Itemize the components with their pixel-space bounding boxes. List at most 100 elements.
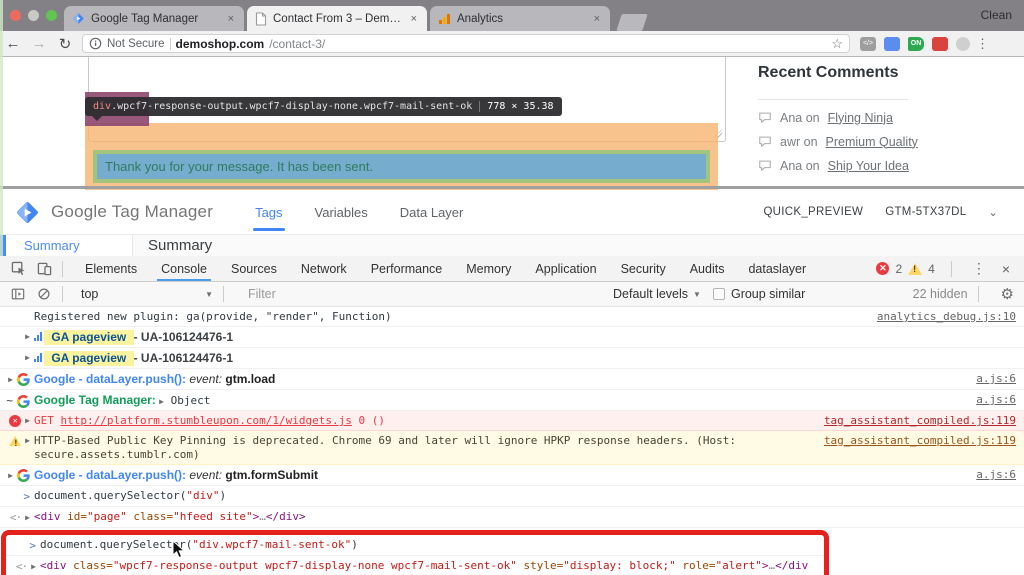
address-bar[interactable]: Not Secure demoshop.com /contact-3/ ☆ bbox=[82, 34, 850, 53]
extension-blue-icon[interactable] bbox=[884, 36, 900, 51]
comment-link[interactable]: Ship Your Idea bbox=[828, 159, 909, 173]
gtm-tab-variables[interactable]: Variables bbox=[313, 191, 370, 234]
console-sidebar-icon[interactable] bbox=[10, 286, 26, 302]
gtm-container-id[interactable]: GTM-5TX37DL bbox=[885, 206, 966, 218]
console-row-log[interactable]: Registered new plugin: ga(provide, "rend… bbox=[0, 307, 1024, 327]
device-toolbar-icon[interactable] bbox=[36, 261, 52, 277]
source-link[interactable]: a.js:6 bbox=[976, 393, 1016, 406]
code-token: ) bbox=[219, 489, 227, 502]
gtm-tab-data-layer[interactable]: Data Layer bbox=[398, 191, 466, 234]
new-tab-button[interactable] bbox=[616, 14, 648, 31]
browser-tab-2[interactable]: Contact From 3 – Demoshop × bbox=[247, 6, 427, 31]
gtm-header: Google Tag Manager Tags Variables Data Lay… bbox=[0, 190, 1024, 235]
console-panel: Registered new plugin: ga(provide, "rend… bbox=[0, 307, 1024, 575]
browser-tab-3[interactable]: Analytics × bbox=[430, 6, 610, 31]
ga-bars-icon bbox=[34, 352, 42, 362]
tooltip-divider bbox=[479, 101, 481, 112]
devtools-tab-network[interactable]: Network bbox=[289, 256, 359, 281]
comment-text: Ana on bbox=[780, 110, 820, 125]
comment-link[interactable]: Flying Ninja bbox=[828, 111, 893, 125]
clear-console-icon[interactable] bbox=[36, 286, 52, 302]
extension-red-icon[interactable] bbox=[932, 36, 948, 51]
tag-assistant-on-icon[interactable]: ON bbox=[908, 36, 924, 51]
tab-title: Google Tag Manager bbox=[91, 12, 199, 25]
info-icon[interactable] bbox=[89, 37, 102, 50]
tab-close-icon[interactable]: × bbox=[226, 13, 236, 25]
console-row-warn[interactable]: ▶HTTP-Based Public Key Pinning is deprec… bbox=[0, 431, 1024, 465]
toolbar-divider bbox=[950, 260, 952, 277]
source-link[interactable]: tag_assistant_compiled.js:119 bbox=[824, 414, 1016, 427]
hidden-messages-count[interactable]: 22 hidden bbox=[913, 287, 968, 301]
zoom-window-icon[interactable] bbox=[46, 10, 57, 21]
devtools-tab-security[interactable]: Security bbox=[609, 256, 678, 281]
url-path[interactable]: /contact-3/ bbox=[269, 37, 325, 51]
source-link[interactable]: tag_assistant_compiled.js:119 bbox=[824, 434, 1016, 447]
devtools-tab-sources[interactable]: Sources bbox=[219, 256, 289, 281]
console-row-cmd[interactable]: > document.querySelector("div") bbox=[0, 486, 1024, 507]
extension-disabled-icon[interactable] bbox=[956, 36, 970, 51]
reload-icon[interactable]: ↻ bbox=[52, 35, 78, 53]
gtm-tab-tags[interactable]: Tags bbox=[253, 191, 286, 234]
filter-input[interactable]: Filter bbox=[248, 287, 428, 301]
devtools-tab-audits[interactable]: Audits bbox=[678, 256, 737, 281]
warning-badge-icon[interactable] bbox=[908, 262, 923, 275]
devtools-tab-memory[interactable]: Memory bbox=[454, 256, 523, 281]
browser-tab-1[interactable]: Google Tag Manager × bbox=[64, 6, 244, 31]
console-row-cmd[interactable]: > document.querySelector("div.wpcf7-mail-… bbox=[6, 535, 824, 556]
code-token: style= bbox=[516, 559, 564, 572]
back-icon[interactable]: ← bbox=[0, 35, 26, 52]
console-row-push[interactable]: ▶ Google - dataLayer.push(): event: gtm.l… bbox=[0, 369, 1024, 390]
warning-count[interactable]: 4 bbox=[928, 262, 935, 276]
tab-close-icon[interactable]: × bbox=[592, 13, 602, 25]
gtm-quick-preview-label[interactable]: QUICK_PREVIEW bbox=[763, 206, 863, 218]
devtools-tab-dataslayer[interactable]: dataslayer bbox=[736, 256, 818, 281]
gtm-sidebar-item-summary[interactable]: Summary bbox=[0, 235, 133, 256]
context-selector[interactable]: top ▼ bbox=[81, 287, 213, 301]
extension-code-icon[interactable]: </> bbox=[860, 36, 876, 51]
disclosure-triangle-icon: ▶ bbox=[8, 470, 13, 480]
log-levels-selector[interactable]: Default levels ▼ bbox=[613, 287, 701, 301]
code-token: </div> bbox=[265, 510, 306, 523]
comment-link[interactable]: Premium Quality bbox=[826, 135, 918, 149]
tab-close-icon[interactable]: × bbox=[409, 13, 419, 25]
tab-title: Contact From 3 – Demoshop bbox=[273, 12, 403, 25]
source-link[interactable]: a.js:6 bbox=[976, 372, 1016, 385]
event-label: event: bbox=[189, 468, 226, 482]
devtools-tab-performance[interactable]: Performance bbox=[359, 256, 455, 281]
comment-text: Ana on bbox=[780, 158, 820, 173]
error-count[interactable]: 2 bbox=[895, 262, 902, 276]
console-row-ga[interactable]: ▶ GA pageview - UA-106124476-1 bbox=[0, 327, 1024, 348]
error-url: http://platform.stumbleupon.com/1/widget… bbox=[60, 414, 352, 427]
devtools-close-icon[interactable]: × bbox=[996, 261, 1016, 277]
console-row-result[interactable]: <· ▶ <div id="page" class="hfeed site">…</… bbox=[0, 507, 1024, 528]
recent-comments-list: Ana on Flying Ninja awr on Premium Qualit… bbox=[758, 110, 1008, 173]
recent-comments-widget: Recent Comments Ana on Flying Ninja awr o… bbox=[758, 57, 1008, 173]
devtools-tab-console[interactable]: Console bbox=[149, 256, 219, 281]
devtools-tab-elements[interactable]: Elements bbox=[73, 256, 149, 281]
console-row-error[interactable]: ✕ ▶ GET http://platform.stumbleupon.com/1/… bbox=[0, 411, 1024, 431]
inspect-element-icon[interactable] bbox=[10, 261, 26, 277]
gear-icon[interactable]: ⚙ bbox=[1001, 285, 1014, 303]
console-row-push[interactable]: ▶ Google - dataLayer.push(): event: gtm.f… bbox=[0, 465, 1024, 486]
security-label[interactable]: Not Secure bbox=[107, 38, 165, 50]
devtools-menu-icon[interactable]: ⋮ bbox=[968, 260, 990, 277]
browser-menu-icon[interactable]: ⋮ bbox=[976, 36, 989, 52]
clean-label: Clean bbox=[980, 8, 1012, 22]
group-similar-checkbox[interactable] bbox=[712, 288, 725, 300]
source-link[interactable]: analytics_debug.js:10 bbox=[877, 310, 1016, 323]
close-window-icon[interactable] bbox=[10, 10, 21, 21]
console-row-ga[interactable]: ▶ GA pageview - UA-106124476-1 bbox=[0, 348, 1024, 369]
console-row-object[interactable]: ~ Google Tag Manager: ▶ Object a.js:6 bbox=[0, 390, 1024, 411]
window-controls[interactable] bbox=[10, 10, 57, 21]
disclosure-triangle-icon: ▶ bbox=[8, 374, 13, 384]
error-badge-icon[interactable]: ✕ bbox=[876, 262, 890, 275]
code-token: <div bbox=[34, 510, 61, 523]
forward-icon[interactable]: → bbox=[26, 35, 52, 52]
minimize-window-icon[interactable] bbox=[28, 10, 39, 21]
chevron-down-icon[interactable]: ⌄ bbox=[988, 206, 998, 219]
url-host[interactable]: demoshop.com bbox=[176, 37, 265, 51]
bookmark-star-icon[interactable]: ☆ bbox=[831, 36, 843, 52]
console-row-result[interactable]: <· ▶ <div class="wpcf7-response-output wpc… bbox=[6, 556, 824, 575]
source-link[interactable]: a.js:6 bbox=[976, 468, 1016, 481]
devtools-tab-application[interactable]: Application bbox=[523, 256, 608, 281]
